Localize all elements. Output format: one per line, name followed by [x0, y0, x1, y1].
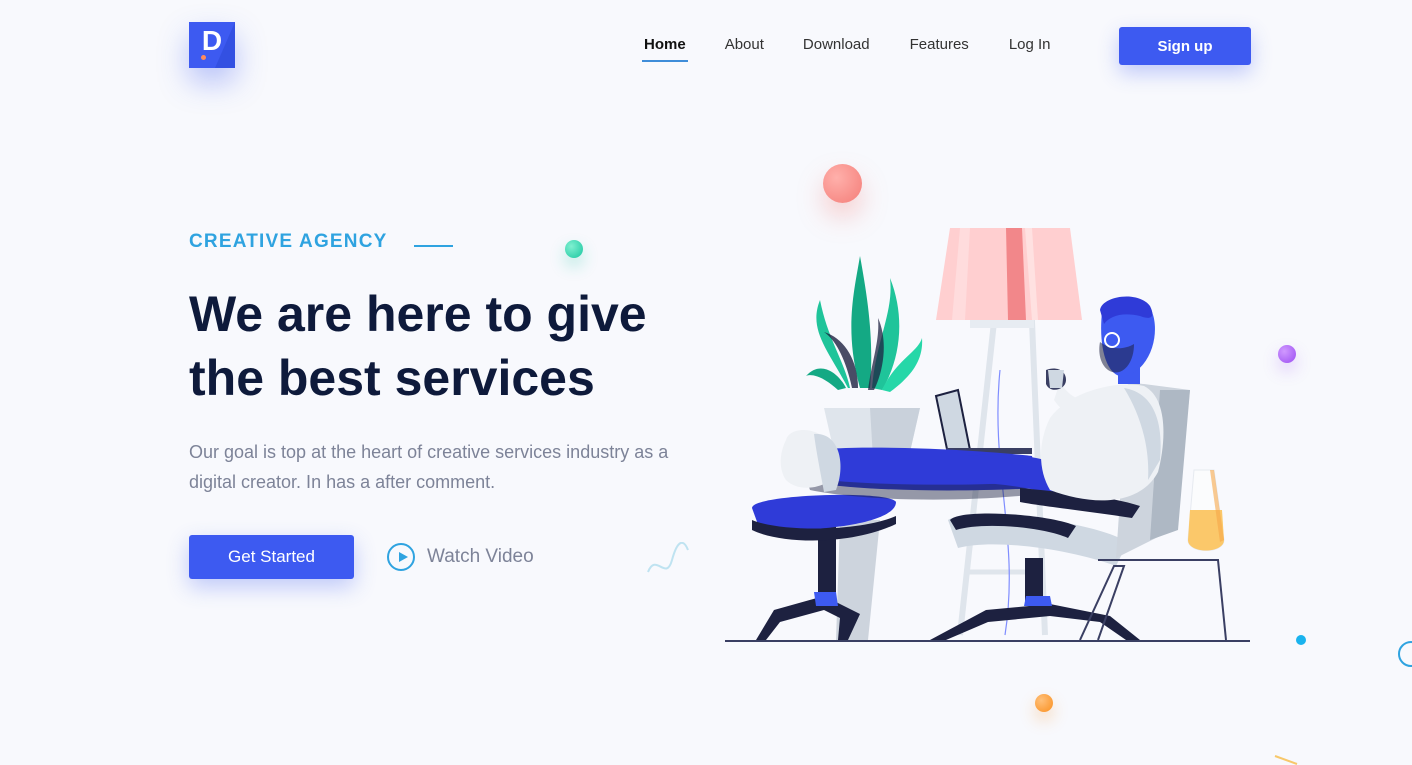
play-circle-icon: [387, 543, 415, 571]
decor-squiggle: [647, 542, 689, 573]
decor-dot-purple: [1278, 345, 1296, 363]
watch-video-link[interactable]: Watch Video: [387, 543, 534, 571]
nav-features[interactable]: Features: [910, 34, 969, 56]
decor-dot-orange: [1035, 694, 1053, 712]
signup-button[interactable]: Sign up: [1119, 27, 1251, 65]
eyebrow-divider: [414, 245, 453, 247]
decor-dot-red: [823, 164, 862, 203]
logo-dot: [201, 55, 206, 60]
main-nav: Home About Download Features Log In: [642, 34, 1051, 62]
nav-about[interactable]: About: [725, 34, 764, 56]
hero-illustration: [725, 228, 1250, 642]
brand-logo[interactable]: D: [189, 22, 235, 68]
hero-headline: We are here to give the best services: [189, 286, 647, 406]
decor-triangle: [1274, 755, 1298, 765]
decor-dot-blue: [1296, 635, 1306, 645]
hero-eyebrow: CREATIVE AGENCY: [189, 231, 388, 252]
decor-ring-blue: [1398, 641, 1412, 667]
decor-dot-teal: [565, 240, 583, 258]
nav-download[interactable]: Download: [803, 34, 870, 56]
watch-video-label: Watch Video: [427, 546, 534, 567]
get-started-button[interactable]: Get Started: [189, 535, 354, 579]
nav-login[interactable]: Log In: [1009, 34, 1051, 56]
hero-description: Our goal is top at the heart of creative…: [189, 442, 669, 492]
logo-letter: D: [201, 25, 223, 56]
nav-home[interactable]: Home: [642, 34, 688, 62]
